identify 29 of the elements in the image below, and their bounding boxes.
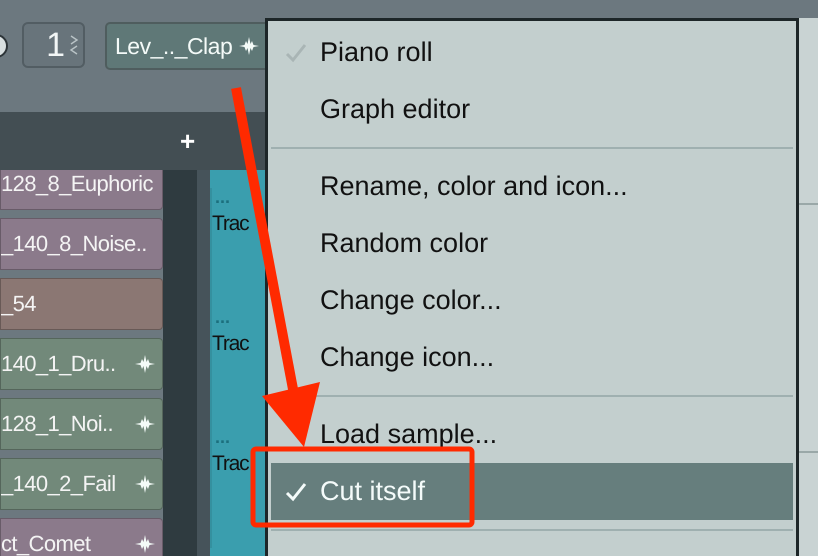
channel-button[interactable]: _140_8_Noise.. bbox=[0, 218, 163, 270]
channel-button[interactable]: ct_Comet bbox=[0, 518, 163, 556]
track-handle: ... bbox=[214, 428, 230, 446]
pattern-number-field[interactable]: 1 bbox=[22, 22, 85, 68]
sparkle-icon bbox=[134, 354, 156, 374]
menu-item[interactable]: Change icon... bbox=[271, 329, 793, 386]
channel-button[interactable]: 128_8_Euphoric bbox=[0, 170, 163, 210]
channel-button[interactable]: 128_1_Noi.. bbox=[0, 398, 163, 450]
menu-item[interactable]: Graph editor bbox=[271, 81, 793, 138]
track-handle: ... bbox=[214, 308, 230, 326]
track-label: Trac bbox=[212, 212, 248, 236]
sparkle-icon bbox=[134, 534, 156, 554]
menu-item[interactable]: Load sample... bbox=[271, 406, 793, 463]
track-label: Trac bbox=[212, 452, 248, 476]
sparkle-icon bbox=[134, 474, 156, 494]
add-button[interactable]: + bbox=[178, 126, 198, 156]
channel-button[interactable]: _54 bbox=[0, 278, 163, 330]
menu-item[interactable]: Rename, color and icon... bbox=[271, 158, 793, 215]
channel-button[interactable]: 140_1_Dru.. bbox=[0, 338, 163, 390]
sparkle-icon bbox=[238, 36, 260, 56]
channel-button[interactable]: _140_2_Fail bbox=[0, 458, 163, 510]
menu-item[interactable]: Change color... bbox=[271, 272, 793, 329]
menu-item[interactable]: Cut itself bbox=[271, 463, 793, 520]
track-label: Trac bbox=[212, 332, 248, 356]
menu-item[interactable]: Random color bbox=[271, 215, 793, 272]
track-handle: ... bbox=[214, 188, 230, 206]
stepper-icon bbox=[69, 34, 79, 56]
knob-icon[interactable] bbox=[0, 34, 10, 58]
sparkle-icon bbox=[134, 414, 156, 434]
